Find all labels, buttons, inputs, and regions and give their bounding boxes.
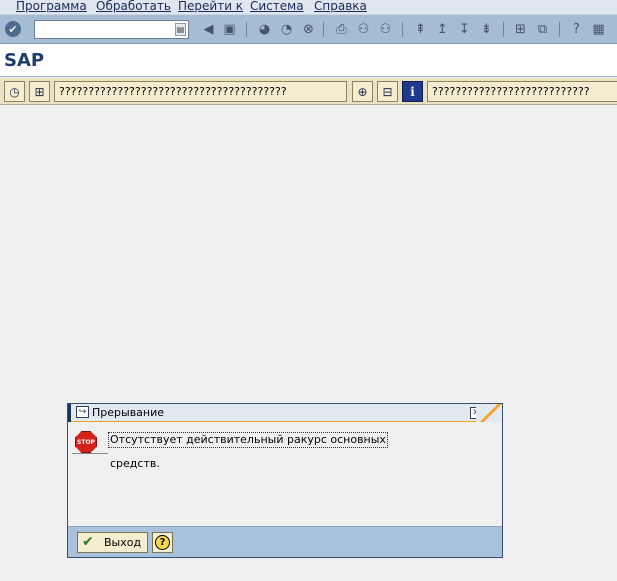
dialog-title-bar: ↪ Прерывание ✕ [68, 404, 502, 422]
interruption-dialog: ↪ Прерывание ✕ STOP Отсутствует действит… [67, 403, 503, 558]
dialog-footer: ✔ Выход ? [68, 526, 502, 557]
exit-button-label: Выход [104, 536, 142, 549]
back-nav-icon[interactable]: ◕ [256, 21, 273, 38]
window-icon: ↪ [76, 406, 89, 418]
help-question-icon: ? [155, 535, 170, 550]
toolbar-separator [402, 22, 403, 37]
cancel-icon[interactable]: ⊗ [300, 21, 317, 38]
info-button[interactable]: i [402, 81, 423, 102]
previous-page-icon[interactable]: ↥ [434, 21, 451, 38]
menu-help[interactable]: Справка [314, 0, 367, 12]
shortcut-icon[interactable]: ⧉ [534, 21, 551, 38]
command-field[interactable]: ▤ [34, 20, 189, 39]
hierarchy-button[interactable]: ⊞ [29, 81, 50, 102]
create-session-icon[interactable]: ⊞ [512, 21, 529, 38]
menu-system[interactable]: Система [250, 0, 304, 12]
enter-icon[interactable]: ✔ [5, 21, 21, 37]
menu-bar: Программа Обработать Перейти к Система С… [0, 0, 617, 14]
execute-button[interactable]: ◷ [4, 81, 25, 102]
title-bar: SAP [0, 44, 617, 77]
stop-icon: STOP [75, 431, 97, 453]
help-button[interactable]: ? [152, 532, 173, 553]
application-toolbar: ◷ ⊞ ????????????????????????????????????… [0, 78, 617, 105]
title-accent-left [68, 404, 71, 422]
app-button-1[interactable]: ??????????????????????????????????????? [54, 81, 347, 102]
exit-button[interactable]: ✔ Выход [77, 532, 148, 553]
menu-program[interactable]: Программа [16, 0, 87, 12]
message-line-1: Отсутствует действительный ракурс основн… [108, 432, 388, 448]
divider [72, 453, 108, 454]
expand-button[interactable]: ⊕ [352, 81, 373, 102]
find-icon[interactable]: ⚇ [355, 21, 372, 38]
save-icon[interactable]: ▣ [221, 21, 238, 38]
checkmark-icon: ✔ [82, 534, 94, 550]
menu-edit[interactable]: Обработать [96, 0, 171, 12]
find-next-icon[interactable]: ⚇ [377, 21, 394, 38]
app-button-2[interactable]: ??????????????????????????? [427, 81, 617, 102]
command-history-dropdown-icon[interactable]: ▤ [175, 23, 186, 36]
expand-icon: ⊕ [357, 84, 368, 99]
message-line-2: средств. [110, 457, 160, 470]
stop-icon-label: STOP [77, 438, 95, 446]
clock-icon: ◷ [9, 84, 20, 99]
print-icon[interactable]: ⎙ [333, 21, 350, 38]
back-icon[interactable]: ◀ [200, 21, 217, 38]
toolbar-separator [246, 22, 247, 37]
toolbar-separator [323, 22, 324, 37]
page-title: SAP [4, 50, 45, 71]
title-accent-right [476, 404, 502, 422]
dialog-title: Прерывание [92, 406, 165, 419]
hierarchy-icon: ⊞ [34, 84, 45, 99]
toolbar-separator [559, 22, 560, 37]
layout-menu-icon[interactable]: ▦ [590, 21, 607, 38]
info-icon: i [410, 84, 415, 99]
collapse-icon: ⊟ [382, 84, 393, 99]
first-page-icon[interactable]: ⇞ [412, 21, 429, 38]
system-toolbar: ✔ ▤ ◀ ▣ ◕ ◔ ⊗ ⎙ ⚇ ⚇ ⇞ ↥ ↧ ⇟ ⊞ ⧉ ? ▦ [0, 14, 617, 44]
toolbar-separator [503, 22, 504, 37]
exit-icon[interactable]: ◔ [278, 21, 295, 38]
last-page-icon[interactable]: ⇟ [478, 21, 495, 38]
next-page-icon[interactable]: ↧ [456, 21, 473, 38]
menu-goto[interactable]: Перейти к [178, 0, 243, 12]
collapse-button[interactable]: ⊟ [377, 81, 398, 102]
help-icon[interactable]: ? [568, 21, 585, 38]
